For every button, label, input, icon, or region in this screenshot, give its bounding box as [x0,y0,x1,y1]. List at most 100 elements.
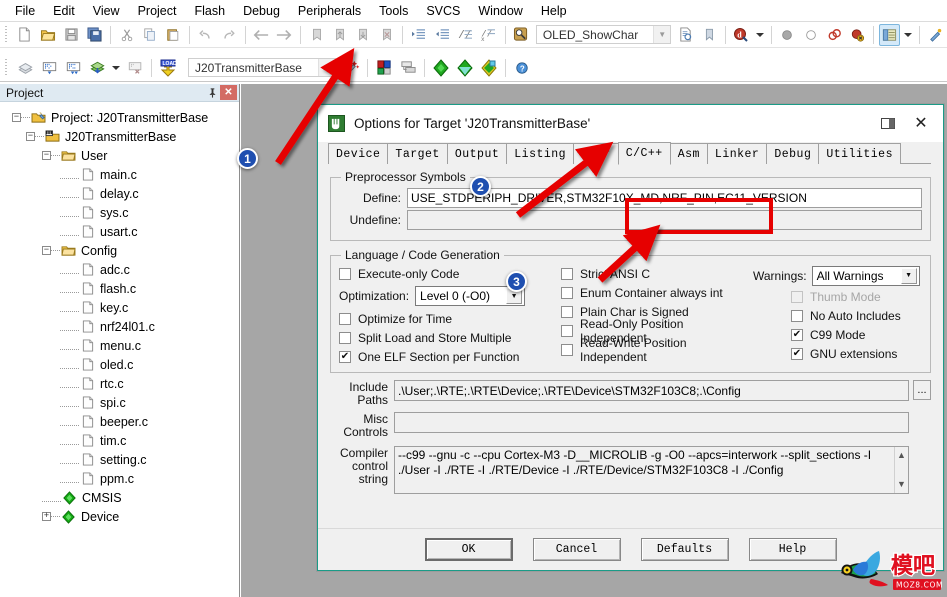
debug-start-icon[interactable]: d [731,24,752,46]
tree-item[interactable]: − J20TransmitterBase [6,127,239,146]
include-paths-input[interactable]: .\User;.\RTE;.\RTE\Device;.\RTE\Device\S… [394,380,909,401]
strict-ansi-c-checkbox[interactable]: Strict ANSI C [561,264,753,283]
collapse-icon[interactable]: − [42,151,51,160]
disable-all-breakpoints-icon[interactable] [847,24,868,46]
bookmark-clear-icon[interactable] [376,24,397,46]
help-toolbar-icon[interactable]: ? [511,57,533,79]
tab-target[interactable]: Target [387,143,448,164]
save-icon[interactable] [60,24,81,46]
gnu-extensions-checkbox[interactable]: ✔ GNU extensions [791,344,922,363]
insert-breakpoint-icon[interactable] [777,24,798,46]
translate-icon[interactable] [14,57,36,79]
tree-item[interactable]: setting.c [6,450,239,469]
multi-project-icon[interactable] [397,57,419,79]
uncomment-icon[interactable]: //x [478,24,499,46]
cancel-button[interactable]: Cancel [532,538,621,561]
menu-item-help[interactable]: Help [532,2,576,20]
build-icon[interactable] [38,57,60,79]
batch-build-icon[interactable] [86,57,108,79]
help-button[interactable]: Help [748,538,837,561]
comment-icon[interactable]: // [455,24,476,46]
optimize-for-time-checkbox[interactable]: Optimize for Time [339,309,561,328]
tab-listing[interactable]: Listing [506,143,575,164]
menu-item-file[interactable]: File [6,2,44,20]
warnings-select[interactable]: All Warnings ▼ [811,265,920,286]
target-options-icon[interactable] [340,57,362,79]
target-combo[interactable]: J20TransmitterBase ▼ [188,58,336,77]
menu-item-window[interactable]: Window [469,2,531,20]
menu-item-flash[interactable]: Flash [185,2,234,20]
compiler-control-string-textarea[interactable]: --c99 --gnu -c --cpu Cortex-M3 -D__MICRO… [394,446,909,494]
tree-item[interactable]: sys.c [6,203,239,222]
split-load-and-store-multiple-checkbox[interactable]: Split Load and Store Multiple [339,328,561,347]
menu-item-tools[interactable]: Tools [370,2,417,20]
tree-item[interactable]: tim.c [6,431,239,450]
menu-item-project[interactable]: Project [129,2,186,20]
compiler-textarea-scrollbar[interactable]: ▲ ▼ [894,447,908,493]
tab-device[interactable]: Device [328,143,389,164]
save-all-icon[interactable] [84,24,105,46]
tree-item[interactable]: + Device [6,507,239,526]
menu-item-debug[interactable]: Debug [234,2,289,20]
select-software-packs-icon[interactable] [478,57,500,79]
debug-dropdown-icon[interactable] [754,24,766,46]
defaults-button[interactable]: Defaults [640,538,729,561]
bookmark-next-icon[interactable] [353,24,374,46]
tree-item[interactable]: beeper.c [6,412,239,431]
tree-item[interactable]: nrf24l01.c [6,317,239,336]
ok-button[interactable]: OK [424,538,513,561]
restore-window-icon[interactable] [873,110,903,136]
tab-utilities[interactable]: Utilities [818,143,901,164]
cut-icon[interactable] [116,24,137,46]
close-icon[interactable]: ✕ [220,85,237,100]
bookmark-toggle-icon[interactable] [306,24,327,46]
pin-icon[interactable] [204,85,220,100]
window-layout-dropdown-icon[interactable] [902,24,914,46]
scroll-up-icon[interactable]: ▲ [897,448,906,463]
copy-icon[interactable] [139,24,160,46]
read-write-position-independent-checkbox[interactable]: Read-Write Position Independent [561,336,753,364]
scroll-down-icon[interactable]: ▼ [897,477,906,492]
undo-icon[interactable] [195,24,216,46]
batch-build-dropdown-icon[interactable] [110,57,122,79]
menu-item-edit[interactable]: Edit [44,2,84,20]
dialog-title-bar[interactable]: Options for Target 'J20TransmitterBase' … [318,105,943,142]
bookmark-prev-icon[interactable] [329,24,350,46]
tree-item[interactable]: − User [6,146,239,165]
tree-item[interactable]: − Config [6,241,239,260]
c99-mode-checkbox[interactable]: ✔ C99 Mode [791,325,922,344]
back-icon[interactable] [250,24,271,46]
tree-item[interactable]: ppm.c [6,469,239,488]
function-combo[interactable]: OLED_ShowChar ▼ [535,25,672,44]
tree-item[interactable]: main.c [6,165,239,184]
pack-installer-icon[interactable] [430,57,452,79]
tree-item[interactable]: flash.c [6,279,239,298]
paste-icon[interactable] [163,24,184,46]
enum-container-always-int-checkbox[interactable]: Enum Container always int [561,283,753,302]
configuration-wizard-icon[interactable] [925,24,946,46]
indent-icon[interactable] [408,24,429,46]
forward-icon[interactable] [274,24,295,46]
tree-item[interactable]: rtc.c [6,374,239,393]
close-icon[interactable]: ✕ [903,108,939,138]
menu-item-peripherals[interactable]: Peripherals [289,2,370,20]
stop-build-icon[interactable] [124,57,146,79]
tree-item[interactable]: − Project: J20TransmitterBase [6,108,239,127]
manage-rte-icon[interactable] [454,57,476,79]
chevron-down-icon[interactable]: ▼ [900,267,917,284]
menu-item-view[interactable]: View [84,2,129,20]
goto-definition-icon[interactable] [511,24,532,46]
tab-asm[interactable]: Asm [669,143,708,164]
one-elf-section-per-function-checkbox[interactable]: ✔ One ELF Section per Function [339,347,561,366]
new-file-icon[interactable] [14,24,35,46]
collapse-icon[interactable]: − [12,113,21,122]
window-layout-icon[interactable] [878,23,901,46]
tree-item[interactable]: oled.c [6,355,239,374]
kill-breakpoints-icon[interactable] [823,24,844,46]
menu-item-svcs[interactable]: SVCS [417,2,469,20]
chevron-down-icon[interactable]: ▼ [318,59,335,76]
rebuild-icon[interactable] [62,57,84,79]
misc-controls-input[interactable] [394,412,909,433]
disable-breakpoint-icon[interactable] [800,24,821,46]
tree-item[interactable]: spi.c [6,393,239,412]
